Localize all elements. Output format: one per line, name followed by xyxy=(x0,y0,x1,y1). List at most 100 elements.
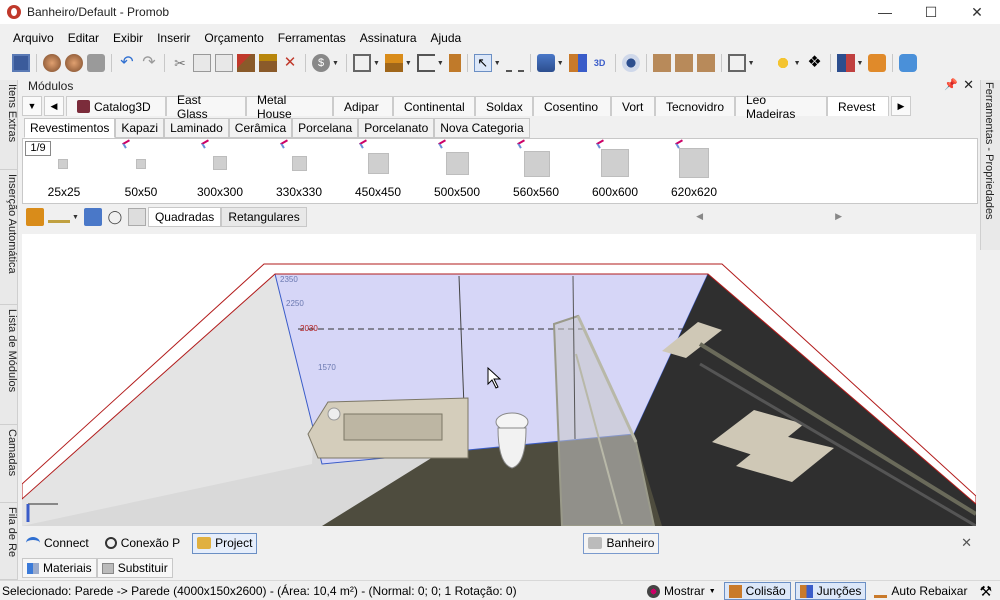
chevron-down-icon[interactable]: ▼ xyxy=(72,214,79,221)
library-tab-leo-madeiras[interactable]: Leo Madeiras xyxy=(735,93,827,121)
category-tab-porcelanato[interactable]: Porcelanato xyxy=(358,118,435,138)
close-button[interactable]: ✕ xyxy=(954,0,1000,24)
copy-icon[interactable] xyxy=(193,54,211,72)
collision-toggle[interactable]: Colisão xyxy=(723,582,791,600)
menu-assinatura[interactable]: Assinatura xyxy=(353,31,424,45)
library-tab-catalog3d[interactable]: Catalog3D xyxy=(66,96,166,116)
chevron-down-icon[interactable]: ▼ xyxy=(437,60,444,67)
library-tab-metal-house[interactable]: Metal House xyxy=(246,93,333,121)
auto-lower-toggle[interactable]: Auto Rebaixar xyxy=(870,582,971,600)
tile-item-25x25[interactable]: 25x25 xyxy=(24,141,104,199)
subtab-retangulares[interactable]: Retangulares xyxy=(221,207,307,227)
redo-icon[interactable]: ↷ xyxy=(140,54,158,72)
dock-tab-ferramentas-propriedades[interactable]: Ferramentas - Propriedades xyxy=(983,82,995,220)
paste-icon[interactable] xyxy=(215,54,233,72)
library-next-button[interactable]: ▶ xyxy=(891,96,911,116)
tab-substituir[interactable]: Substituir xyxy=(96,558,173,578)
chat-icon[interactable] xyxy=(899,54,918,72)
view-left-icon[interactable] xyxy=(674,54,693,72)
layers-icon[interactable] xyxy=(536,54,555,72)
hammer-icon[interactable] xyxy=(237,54,255,72)
tile-item-600x600[interactable]: 600x600 xyxy=(575,139,655,199)
tab-connect[interactable]: Connect xyxy=(22,533,93,554)
view-mode-icon[interactable] xyxy=(127,208,146,226)
camera-view-icon[interactable] xyxy=(727,54,746,72)
category-tab-kapazi[interactable]: Kapazi xyxy=(115,118,165,138)
tile-item-330x330[interactable]: 330x330 xyxy=(259,139,339,199)
chevron-down-icon[interactable]: ▼ xyxy=(494,60,501,67)
library-tab-east-glass[interactable]: East Glass xyxy=(166,93,246,121)
toolbar-options-icon[interactable] xyxy=(760,54,770,72)
align-icon[interactable] xyxy=(384,54,403,72)
door-icon[interactable] xyxy=(448,54,461,72)
library-tab-soldax[interactable]: Soldax xyxy=(475,96,533,116)
tab-materiais[interactable]: Materiais xyxy=(22,558,97,578)
menu-ajuda[interactable]: Ajuda xyxy=(424,31,469,45)
insert-icon[interactable] xyxy=(83,208,102,226)
size-filter-icon[interactable] xyxy=(48,212,70,223)
show-button[interactable]: Mostrar ▼ xyxy=(643,582,720,600)
library-tab-revest[interactable]: Revest xyxy=(827,96,889,116)
print-icon[interactable] xyxy=(87,54,105,72)
minimize-button[interactable]: — xyxy=(862,0,908,24)
library-tab-adipar[interactable]: Adipar xyxy=(333,96,393,116)
joints-toggle[interactable]: Junções xyxy=(794,582,867,600)
render-icon[interactable] xyxy=(43,54,61,72)
chevron-down-icon[interactable]: ▼ xyxy=(857,60,864,67)
dock-tab-fila-de-render[interactable]: Fila de Re xyxy=(0,503,18,580)
maximize-button[interactable]: ☐ xyxy=(908,0,954,24)
color-palette-icon[interactable] xyxy=(836,54,855,72)
delete-icon[interactable]: ✕ xyxy=(281,54,299,72)
tile-item-560x560[interactable]: 560x560 xyxy=(496,139,576,199)
select-pointer-icon[interactable]: ↖ xyxy=(473,54,492,72)
tile-item-500x500[interactable]: 500x500 xyxy=(417,139,497,199)
tab-banheiro[interactable]: Banheiro xyxy=(583,532,660,554)
menu-inserir[interactable]: Inserir xyxy=(150,31,197,45)
close-tab-icon[interactable]: ✕ xyxy=(961,535,972,551)
tile-item-50x50[interactable]: 50x50 xyxy=(101,139,181,199)
dock-tab-insercao-automatica[interactable]: Inserção Automática xyxy=(0,170,18,305)
paint-icon[interactable] xyxy=(259,54,277,72)
elevation-icon[interactable] xyxy=(568,54,587,72)
dock-tab-camadas[interactable]: Camadas xyxy=(0,425,18,503)
dock-tab-lista-de-modulos[interactable]: Lista de Módulos xyxy=(0,305,18,425)
chevron-down-icon[interactable]: ▼ xyxy=(373,60,380,67)
menu-arquivo[interactable]: Arquivo xyxy=(0,31,61,45)
scroll-arrows[interactable]: ◀▶ xyxy=(696,211,974,222)
search-binoculars-icon[interactable]: ◯ xyxy=(106,208,124,226)
connect-icon[interactable] xyxy=(416,54,435,72)
category-tab-laminado[interactable]: Laminado xyxy=(164,118,229,138)
view-front-icon[interactable] xyxy=(652,54,671,72)
library-tab-vort[interactable]: Vort xyxy=(611,96,655,116)
save-icon[interactable] xyxy=(12,54,30,72)
category-tab-ceramica[interactable]: Cerâmica xyxy=(228,118,293,138)
move-icon[interactable]: ❖ xyxy=(806,54,824,72)
dock-tab-itens-extras[interactable]: Itens Extras xyxy=(0,80,18,170)
menu-orcamento[interactable]: Orçamento xyxy=(197,31,270,45)
menu-editar[interactable]: Editar xyxy=(61,31,106,45)
tab-conexao-p[interactable]: Conexão P xyxy=(101,533,184,554)
library-tab-continental[interactable]: Continental xyxy=(393,96,475,116)
tile-item-450x450[interactable]: 450x450 xyxy=(338,139,418,199)
menu-exibir[interactable]: Exibir xyxy=(106,31,150,45)
close-panel-icon[interactable]: ✕ xyxy=(963,77,974,93)
tools-wrench-icon[interactable]: ⚒ xyxy=(975,582,996,600)
group-icon[interactable] xyxy=(352,54,371,72)
3d-viewport[interactable]: 2350 2250 2030 1570 xyxy=(22,234,976,526)
render-settings-icon[interactable] xyxy=(65,54,83,72)
category-tab-revestimentos[interactable]: Revestimentos xyxy=(24,118,116,138)
chevron-down-icon[interactable]: ▼ xyxy=(557,60,564,67)
chevron-down-icon[interactable]: ▼ xyxy=(794,60,801,67)
cut-icon[interactable]: ✂ xyxy=(171,54,189,72)
library-tab-cosentino[interactable]: Cosentino xyxy=(533,96,611,116)
lighting-icon[interactable] xyxy=(773,54,792,72)
visibility-eye-icon[interactable] xyxy=(621,54,640,72)
measure-icon[interactable] xyxy=(505,54,524,72)
view-right-icon[interactable] xyxy=(696,54,715,72)
budget-icon[interactable]: $ xyxy=(312,54,330,72)
menu-ferramentas[interactable]: Ferramentas xyxy=(271,31,353,45)
library-dropdown-button[interactable]: ▼ xyxy=(22,96,42,116)
library-tab-tecnovidro[interactable]: Tecnovidro xyxy=(655,96,735,116)
tab-project[interactable]: Project xyxy=(192,532,258,554)
category-tab-porcelana[interactable]: Porcelana xyxy=(292,118,359,138)
